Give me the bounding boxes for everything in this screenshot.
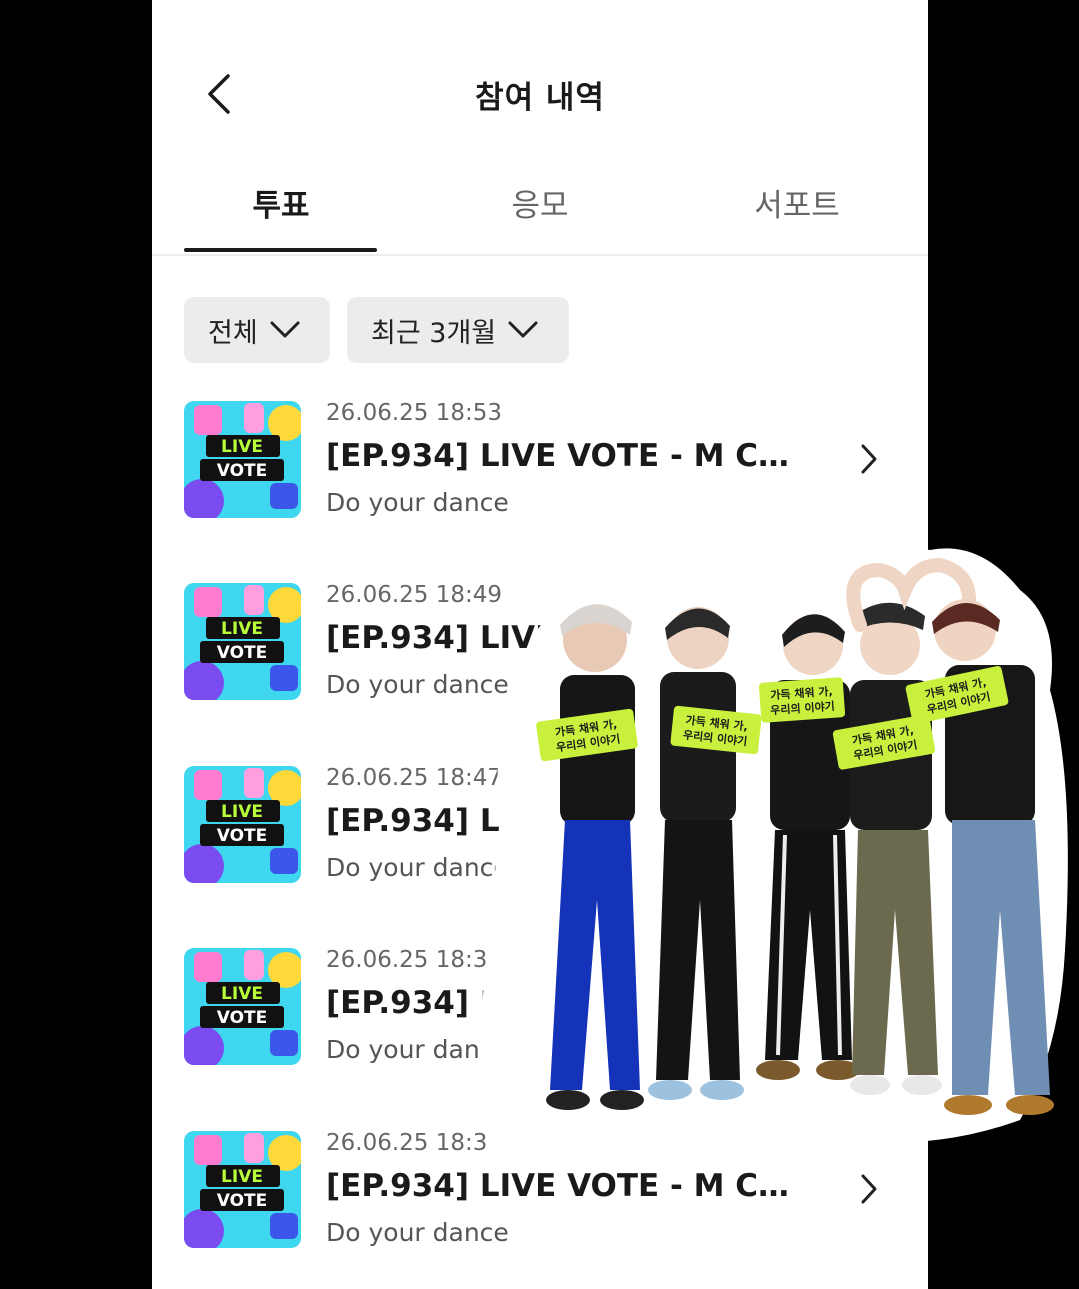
live-vote-thumbnail: LIVE VOTE <box>184 583 301 700</box>
filter-period-label: 최근 3개월 <box>371 317 497 349</box>
tab-support[interactable]: 서포트 <box>697 180 897 225</box>
chevron-right-icon <box>861 1174 877 1204</box>
svg-text:LIVE: LIVE <box>221 437 263 457</box>
live-vote-thumbnail: LIVE VOTE <box>184 1131 301 1248</box>
live-vote-thumbnail: LIVE VOTE <box>184 766 301 883</box>
item-date: 26.06.25 18:53 <box>326 400 503 426</box>
svg-text:LIVE: LIVE <box>221 984 263 1004</box>
chevron-down-icon <box>508 321 538 338</box>
svg-text:VOTE: VOTE <box>217 461 268 481</box>
item-title: [EP.934] LIVE VOTE - M COU... <box>326 1168 806 1204</box>
active-tab-indicator <box>184 248 377 252</box>
svg-text:VOTE: VOTE <box>217 1008 268 1028</box>
svg-text:LIVE: LIVE <box>221 802 263 822</box>
filter-type-label: 전체 <box>208 317 258 349</box>
item-subtitle: Do your dance <box>326 488 509 517</box>
live-vote-thumbnail: LIVE VOTE <box>184 948 301 1065</box>
item-title: [EP.934] LIVE VOTE - M COU... <box>326 438 806 474</box>
tabs-divider <box>152 254 928 256</box>
tab-entry[interactable]: 응모 <box>440 180 640 225</box>
chevron-right-icon <box>861 444 877 474</box>
item-subtitle: Do your dance <box>326 1218 509 1247</box>
filter-period-dropdown[interactable]: 최근 3개월 <box>347 297 569 363</box>
tab-bar: 투표 응모 서포트 <box>184 170 896 254</box>
list-item[interactable]: LIVE VOTE 26.06.25 18:53 [EP.934] LIVE V… <box>184 390 896 540</box>
svg-text:VOTE: VOTE <box>217 1191 268 1211</box>
page-title: 참여 내역 <box>475 80 605 116</box>
filter-type-dropdown[interactable]: 전체 <box>184 297 330 363</box>
svg-text:VOTE: VOTE <box>217 826 268 846</box>
svg-text:VOTE: VOTE <box>217 643 268 663</box>
live-vote-thumbnail: LIVE VOTE <box>184 401 301 518</box>
tab-vote[interactable]: 투표 <box>181 180 381 225</box>
group-photo-sticker: 가득 채워 가, 우리의 이야기 가득 채워 가, 우리의 이야기 가득 채워 … <box>460 530 1079 1160</box>
svg-text:LIVE: LIVE <box>221 1167 263 1187</box>
slogan-sign: 가득 채워 가, 우리의 이야기 <box>758 677 846 723</box>
header: 참여 내역 <box>152 0 928 170</box>
chevron-down-icon <box>270 321 300 338</box>
svg-text:LIVE: LIVE <box>221 619 263 639</box>
